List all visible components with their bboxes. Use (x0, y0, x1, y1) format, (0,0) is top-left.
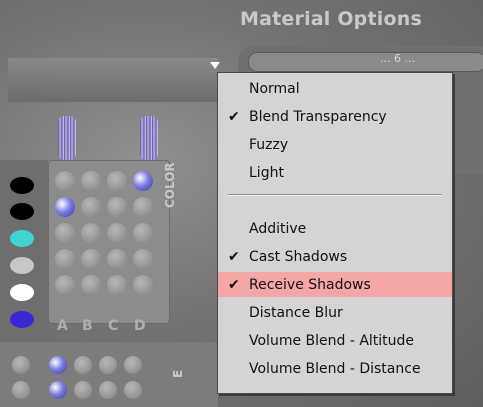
color-grid (48, 160, 170, 324)
material-options-menu: Normal ✔ Blend Transparency Fuzzy Light … (217, 72, 453, 394)
grid-cell[interactable] (124, 381, 142, 399)
grid-cell[interactable] (55, 275, 75, 295)
menu-item-label: Receive Shadows (249, 276, 371, 293)
slider-knob-right[interactable] (140, 116, 158, 160)
menu-item-label: Normal (249, 80, 300, 97)
check-icon: ✔ (228, 248, 240, 265)
grid-cell[interactable] (12, 356, 30, 374)
menu-item-cast-shadows[interactable]: ✔ Cast Shadows (218, 244, 452, 269)
menu-item-label: Blend Transparency (249, 108, 387, 125)
grid-cell[interactable] (81, 275, 101, 295)
grid-cell[interactable] (124, 356, 142, 374)
grid-cell[interactable] (107, 223, 127, 243)
grid-cell[interactable] (81, 223, 101, 243)
grid-cell[interactable] (133, 197, 153, 217)
menu-item-receive-shadows[interactable]: ✔ Receive Shadows (218, 272, 452, 297)
bottom-section-label: E (171, 369, 185, 378)
menu-item-blend-transparency[interactable]: ✔ Blend Transparency (218, 104, 452, 129)
menu-item-fuzzy[interactable]: Fuzzy (218, 132, 452, 157)
swatch-cyan[interactable] (10, 230, 34, 247)
top-left-bar (8, 58, 218, 102)
check-icon: ✔ (228, 108, 240, 125)
menu-item-label: Volume Blend - Altitude (249, 332, 415, 349)
grid-cell[interactable] (55, 249, 75, 269)
grid-cell-selected[interactable] (133, 171, 153, 191)
grid-cell[interactable] (133, 275, 153, 295)
grid-cell[interactable] (81, 197, 101, 217)
slider-knob-left[interactable] (58, 116, 76, 160)
swatch-blue[interactable] (10, 311, 34, 328)
menu-item-volume-blend-distance[interactable]: Volume Blend - Distance (218, 356, 452, 381)
grid-cell[interactable] (107, 197, 127, 217)
grid-cell-selected[interactable] (49, 356, 67, 374)
menu-item-label: Light (249, 164, 284, 181)
menu-item-volume-blend-altitude[interactable]: Volume Blend - Altitude (218, 328, 452, 353)
grid-cell[interactable] (107, 171, 127, 191)
menu-item-light[interactable]: Light (218, 160, 452, 185)
check-icon: ✔ (228, 276, 240, 293)
material-control-text: ... 6 ... (380, 52, 415, 65)
grid-cell[interactable] (107, 275, 127, 295)
swatch-black-2[interactable] (10, 203, 34, 220)
grid-cell[interactable] (12, 381, 30, 399)
material-options-screen: Material Options ... 6 ... COLOR A B C D… (0, 0, 483, 407)
grid-cell[interactable] (81, 171, 101, 191)
column-label-b: B (82, 318, 93, 334)
grid-cell[interactable] (133, 223, 153, 243)
swatch-white[interactable] (10, 284, 34, 301)
swatch-gray[interactable] (10, 257, 34, 274)
grid-cell-selected[interactable] (55, 197, 75, 217)
grid-cell[interactable] (81, 249, 101, 269)
menu-separator (228, 194, 442, 196)
menu-item-label: Distance Blur (249, 304, 343, 321)
grid-cell[interactable] (99, 381, 117, 399)
menu-item-additive[interactable]: Additive (218, 216, 452, 241)
grid-cell-selected[interactable] (49, 381, 67, 399)
grid-cell[interactable] (74, 381, 92, 399)
menu-item-label: Volume Blend - Distance (249, 360, 421, 377)
grid-cell[interactable] (55, 223, 75, 243)
grid-cell[interactable] (107, 249, 127, 269)
column-label-a: A (57, 318, 68, 334)
grid-cell[interactable] (74, 356, 92, 374)
column-label-c: C (108, 318, 119, 334)
grid-cell[interactable] (55, 171, 75, 191)
material-control-field[interactable] (248, 52, 483, 72)
menu-item-normal[interactable]: Normal (218, 76, 452, 101)
menu-item-label: Fuzzy (249, 136, 289, 153)
color-section-label: COLOR (163, 162, 177, 208)
panel-title: Material Options (240, 8, 422, 30)
dropdown-caret-icon[interactable] (210, 62, 220, 69)
menu-item-label: Additive (249, 220, 307, 237)
column-label-d: D (134, 318, 146, 334)
menu-item-label: Cast Shadows (249, 248, 348, 265)
menu-item-distance-blur[interactable]: Distance Blur (218, 300, 452, 325)
grid-cell[interactable] (133, 249, 153, 269)
swatch-black-1[interactable] (10, 177, 34, 194)
grid-cell[interactable] (99, 356, 117, 374)
